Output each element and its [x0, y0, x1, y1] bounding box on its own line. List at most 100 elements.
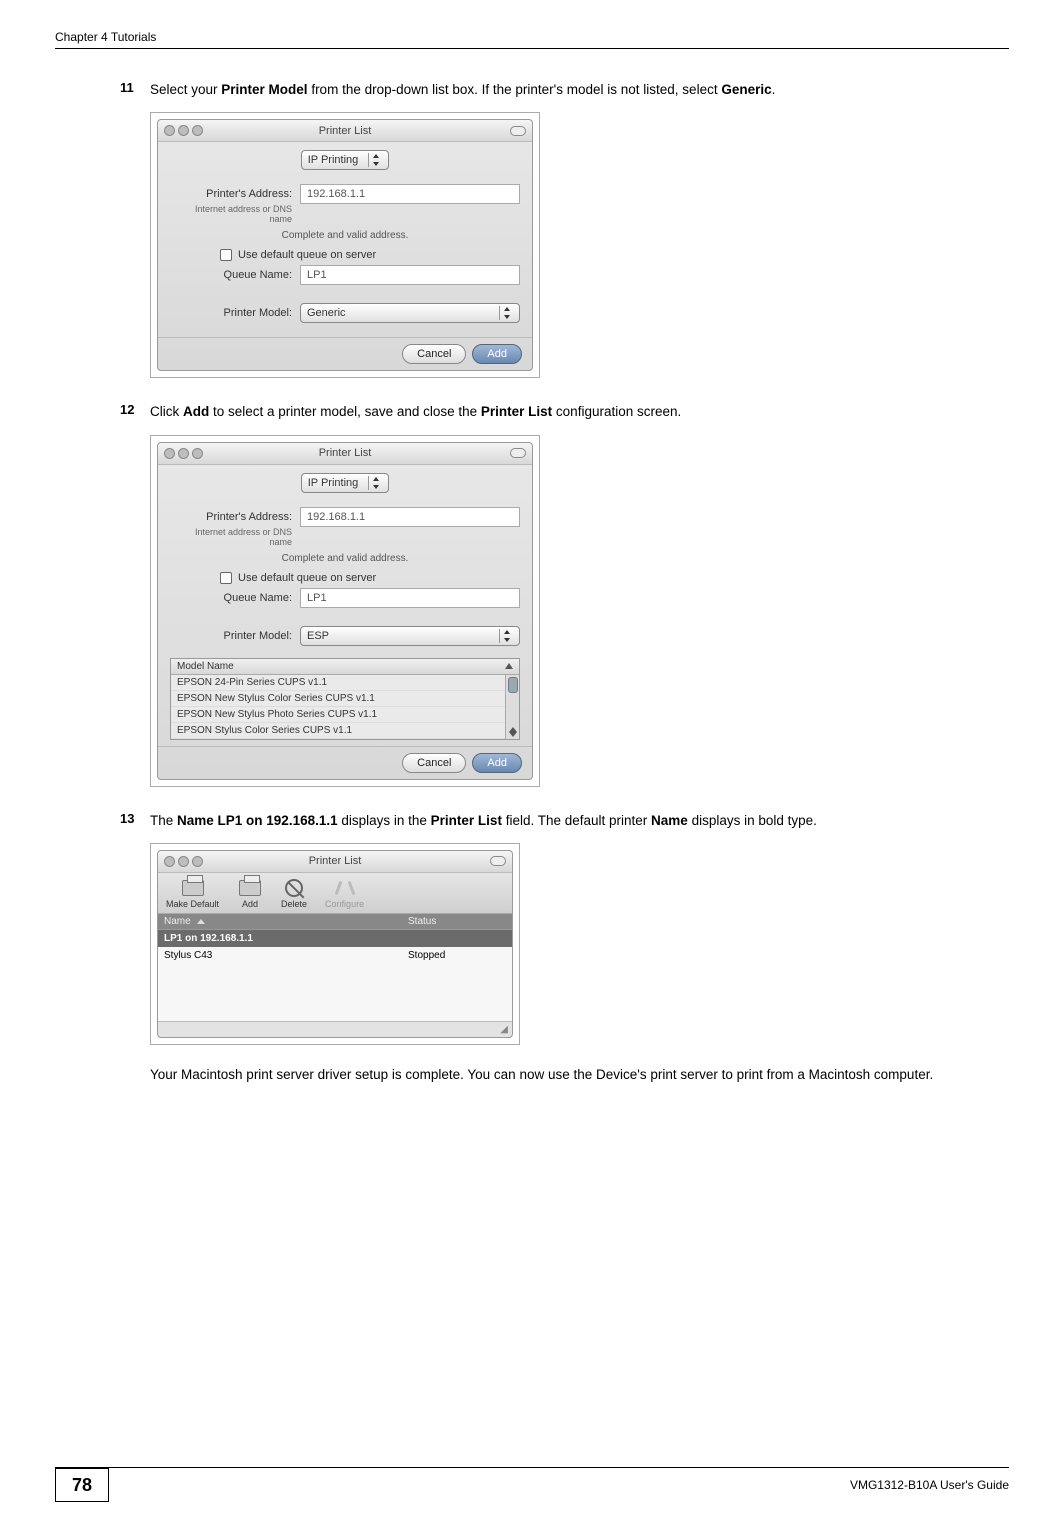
- add-printer-button[interactable]: Add: [237, 877, 263, 909]
- text: Select your: [150, 82, 221, 97]
- column-label: Name: [164, 916, 191, 927]
- text: field. The default printer: [502, 813, 651, 828]
- popup-arrows-icon: [499, 306, 513, 320]
- popup-arrows-icon: [368, 153, 382, 167]
- address-value: 192.168.1.1: [307, 188, 365, 200]
- printer-icon: [182, 880, 204, 896]
- text-bold: Printer List: [481, 404, 552, 419]
- connection-type-value: IP Printing: [308, 477, 359, 489]
- model-row[interactable]: EPSON New Stylus Color Series CUPS v1.1: [171, 691, 505, 707]
- model-label: Printer Model:: [170, 630, 300, 642]
- connection-type-value: IP Printing: [308, 154, 359, 166]
- printer-status: Stopped: [402, 947, 512, 964]
- sort-ascending-icon: [505, 663, 513, 669]
- button-label: Add: [487, 757, 507, 769]
- printer-row-selected[interactable]: LP1 on 192.168.1.1: [158, 930, 512, 947]
- text: configuration screen.: [552, 404, 681, 419]
- text: .: [772, 82, 776, 97]
- configure-printer-button: Configure: [325, 877, 364, 909]
- text-bold: Add: [183, 404, 209, 419]
- queue-input[interactable]: LP1: [300, 588, 520, 608]
- address-label: Printer's Address:: [170, 188, 300, 200]
- printer-name: LP1 on 192.168.1.1: [158, 930, 402, 947]
- step-13: 13 The Name LP1 on 192.168.1.1 displays …: [120, 811, 1009, 1086]
- printer-model-value: Generic: [307, 307, 346, 319]
- titlebar: Printer List: [158, 851, 512, 873]
- step-text: Click Add to select a printer model, sav…: [150, 402, 681, 422]
- use-default-queue-label: Use default queue on server: [238, 249, 376, 261]
- connection-type-popup[interactable]: IP Printing: [301, 150, 390, 170]
- titlebar: Printer List: [158, 120, 532, 142]
- toolbar-toggle-icon[interactable]: [490, 856, 506, 866]
- address-input[interactable]: 192.168.1.1: [300, 184, 520, 204]
- guide-name: VMG1312-B10A User's Guide: [850, 1478, 1009, 1492]
- queue-input[interactable]: LP1: [300, 265, 520, 285]
- cancel-button[interactable]: Cancel: [402, 344, 466, 364]
- make-default-button[interactable]: Make Default: [166, 877, 219, 909]
- titlebar: Printer List: [158, 443, 532, 465]
- toolbar-toggle-icon[interactable]: [510, 448, 526, 458]
- use-default-queue-checkbox[interactable]: [220, 249, 232, 261]
- add-button[interactable]: Add: [472, 344, 522, 364]
- printer-model-value: ESP: [307, 630, 329, 642]
- printer-row[interactable]: Stylus C43 Stopped: [158, 947, 512, 964]
- popup-arrows-icon: [368, 476, 382, 490]
- address-label: Printer's Address:: [170, 511, 300, 523]
- text-bold: Printer List: [431, 813, 502, 828]
- step-text: Select your Printer Model from the drop-…: [150, 80, 775, 100]
- queue-label: Queue Name:: [170, 269, 300, 281]
- text: from the drop-down list box. If the prin…: [308, 82, 722, 97]
- model-list: Model Name EPSON 24-Pin Series CUPS v1.1…: [170, 658, 520, 740]
- text: displays in bold type.: [688, 813, 817, 828]
- address-status: Complete and valid address.: [170, 553, 520, 564]
- scroll-down-icon[interactable]: [509, 732, 517, 737]
- step-11: 11 Select your Printer Model from the dr…: [120, 80, 1009, 378]
- printer-name: Stylus C43: [158, 947, 402, 964]
- window-title: Printer List: [158, 125, 532, 137]
- button-label: Add: [487, 348, 507, 360]
- configure-icon: [335, 879, 355, 897]
- header-chapter: Chapter 4 Tutorials: [55, 30, 156, 44]
- address-sublabel: Internet address or DNS name: [170, 527, 300, 547]
- address-value: 192.168.1.1: [307, 511, 365, 523]
- model-header-label[interactable]: Model Name: [177, 661, 234, 672]
- window-title: Printer List: [158, 855, 512, 867]
- text: The: [150, 813, 177, 828]
- cancel-button[interactable]: Cancel: [402, 753, 466, 773]
- address-input[interactable]: 192.168.1.1: [300, 507, 520, 527]
- add-button[interactable]: Add: [472, 753, 522, 773]
- scroll-thumb-icon[interactable]: [508, 677, 518, 693]
- column-header-name[interactable]: Name: [158, 914, 402, 929]
- step-12: 12 Click Add to select a printer model, …: [120, 402, 1009, 786]
- toolbar-toggle-icon[interactable]: [510, 126, 526, 136]
- step-text: The Name LP1 on 192.168.1.1 displays in …: [150, 811, 817, 831]
- step-number: 13: [120, 811, 150, 831]
- text-bold: Printer Model: [221, 82, 307, 97]
- resize-handle-icon[interactable]: ◢: [158, 1021, 512, 1037]
- window-title: Printer List: [158, 447, 532, 459]
- header-rule: [55, 48, 1009, 49]
- column-header-status[interactable]: Status: [402, 914, 512, 929]
- connection-type-popup[interactable]: IP Printing: [301, 473, 390, 493]
- text: to select a printer model, save and clos…: [209, 404, 481, 419]
- button-label: Cancel: [417, 348, 451, 360]
- text-bold: Name LP1 on 192.168.1.1: [177, 813, 338, 828]
- use-default-queue-label: Use default queue on server: [238, 572, 376, 584]
- delete-printer-button[interactable]: Delete: [281, 877, 307, 909]
- model-row[interactable]: EPSON New Stylus Photo Series CUPS v1.1: [171, 707, 505, 723]
- page-number: 78: [55, 1468, 109, 1502]
- printer-list-dialog-3: Printer List Make Default Add Delete: [150, 843, 520, 1045]
- scrollbar[interactable]: [505, 675, 519, 739]
- text: Click: [150, 404, 183, 419]
- printer-model-popup[interactable]: Generic: [300, 303, 520, 323]
- delete-icon: [285, 879, 303, 897]
- step-number: 11: [120, 80, 150, 100]
- printer-model-popup[interactable]: ESP: [300, 626, 520, 646]
- model-row[interactable]: EPSON Stylus Color Series CUPS v1.1: [171, 723, 505, 739]
- printer-status: [402, 930, 512, 947]
- use-default-queue-checkbox[interactable]: [220, 572, 232, 584]
- queue-label: Queue Name:: [170, 592, 300, 604]
- text-bold: Generic: [721, 82, 771, 97]
- printer-list-dialog-2: Printer List IP Printing Printer's Addre…: [150, 435, 540, 787]
- model-row[interactable]: EPSON 24-Pin Series CUPS v1.1: [171, 675, 505, 691]
